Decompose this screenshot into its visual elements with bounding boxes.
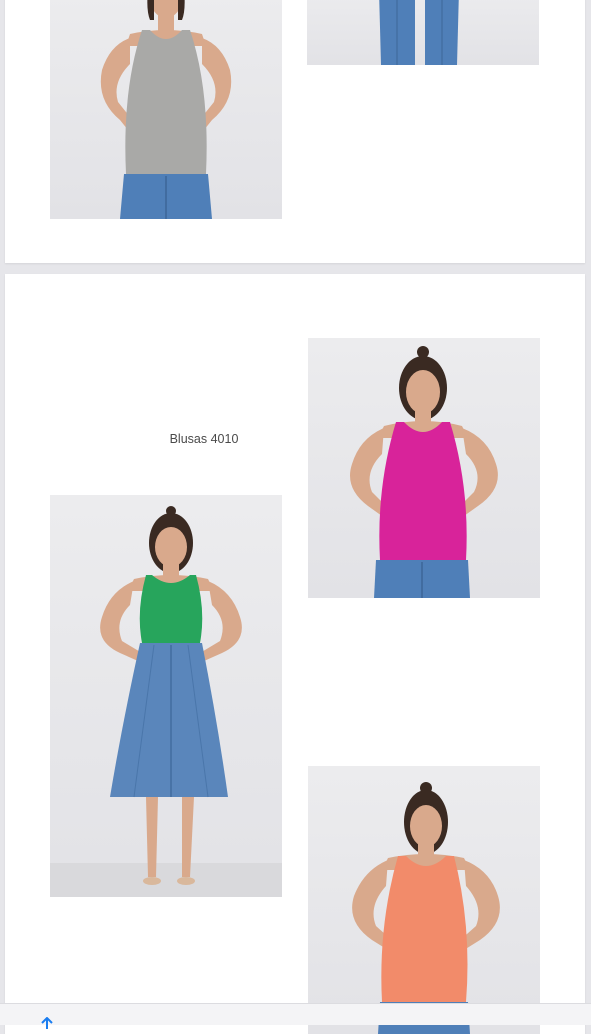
bottom-toolbar — [0, 1003, 591, 1029]
model-magenta-top-image — [350, 346, 498, 598]
product-photo-green-top[interactable] — [50, 495, 282, 897]
model-green-top-image — [50, 506, 282, 897]
product-photo-gray-top[interactable] — [50, 0, 282, 219]
product-photo-magenta-top[interactable] — [308, 338, 540, 598]
share-icon[interactable] — [38, 1016, 56, 1029]
catalog-page-1 — [5, 0, 585, 263]
product-photo-jeans[interactable] — [307, 0, 539, 65]
model-coral-top-image — [352, 782, 500, 1034]
catalog-page-2: Blusas 4010 — [5, 274, 585, 1034]
model-gray-top-image — [100, 0, 232, 219]
model-jeans-image — [379, 0, 459, 65]
product-photo-coral-top[interactable] — [308, 766, 540, 1034]
product-caption: Blusas 4010 — [169, 432, 239, 446]
